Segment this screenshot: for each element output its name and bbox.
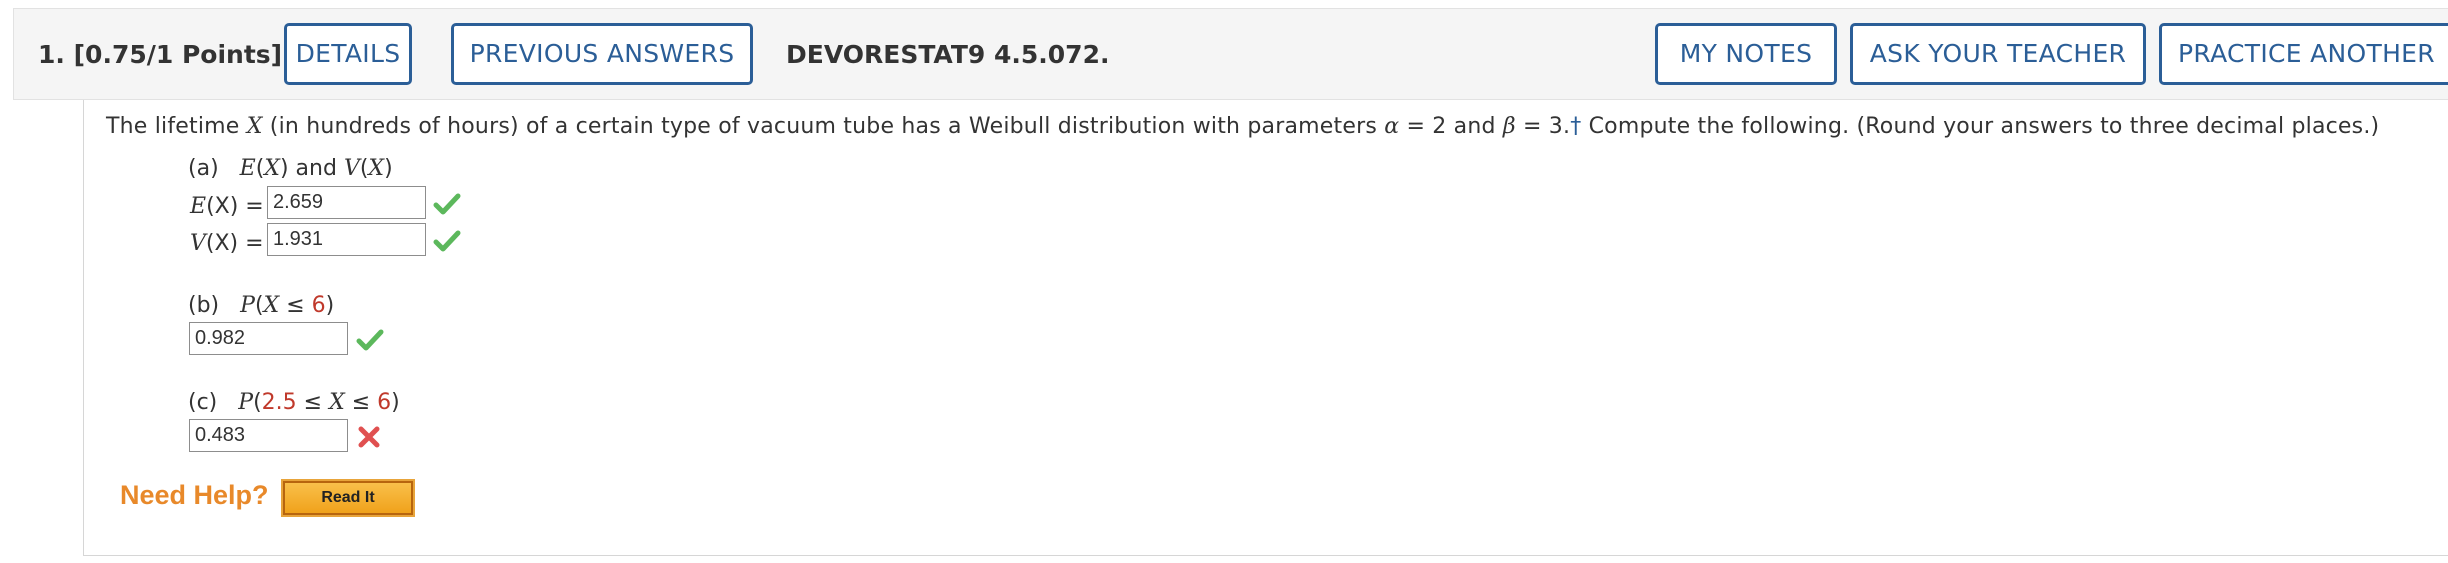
part-a-label: (a) E(X) and V(X) [188, 156, 393, 181]
correct-check-icon [356, 329, 384, 351]
ask-your-teacher-button[interactable]: ASK YOUR TEACHER [1850, 23, 2146, 85]
footnote-dagger-link[interactable]: † [1570, 114, 1581, 139]
need-help-label: Need Help? [120, 480, 269, 510]
question-header: 1. [0.75/1 Points] DETAILS PREVIOUS ANSW… [13, 8, 2448, 100]
vx-answer-field[interactable]: 1.931 [267, 223, 426, 256]
previous-answers-button[interactable]: PREVIOUS ANSWERS [451, 23, 753, 85]
my-notes-button[interactable]: MY NOTES [1655, 23, 1837, 85]
part-b-answer-field[interactable]: 0.982 [189, 322, 348, 355]
ex-label: E(X) = [190, 194, 264, 219]
part-c-answer-field[interactable]: 0.483 [189, 419, 348, 452]
incorrect-x-icon [358, 426, 380, 448]
read-it-button[interactable]: Read It [281, 479, 415, 517]
question-prompt: The lifetime X (in hundreds of hours) of… [106, 114, 2380, 139]
question-code: DEVORESTAT9 4.5.072. [786, 40, 1110, 69]
vx-label: V(X) = [190, 231, 264, 256]
points-score: [0.75/1 Points] [73, 40, 283, 69]
ex-answer-field[interactable]: 2.659 [267, 186, 426, 219]
correct-check-icon [433, 193, 461, 215]
question-body: The lifetime X (in hundreds of hours) of… [83, 100, 2448, 556]
question-page: 1. [0.75/1 Points] DETAILS PREVIOUS ANSW… [0, 0, 2448, 563]
correct-check-icon [433, 230, 461, 252]
part-b-label: (b) P(X ≤ 6) [188, 293, 335, 318]
question-number: 1. [0.75/1 Points] [38, 40, 283, 69]
practice-another-button[interactable]: PRACTICE ANOTHER [2159, 23, 2448, 85]
details-button[interactable]: DETAILS [284, 23, 412, 85]
part-c-label: (c) P(2.5 ≤ X ≤ 6) [188, 390, 400, 415]
